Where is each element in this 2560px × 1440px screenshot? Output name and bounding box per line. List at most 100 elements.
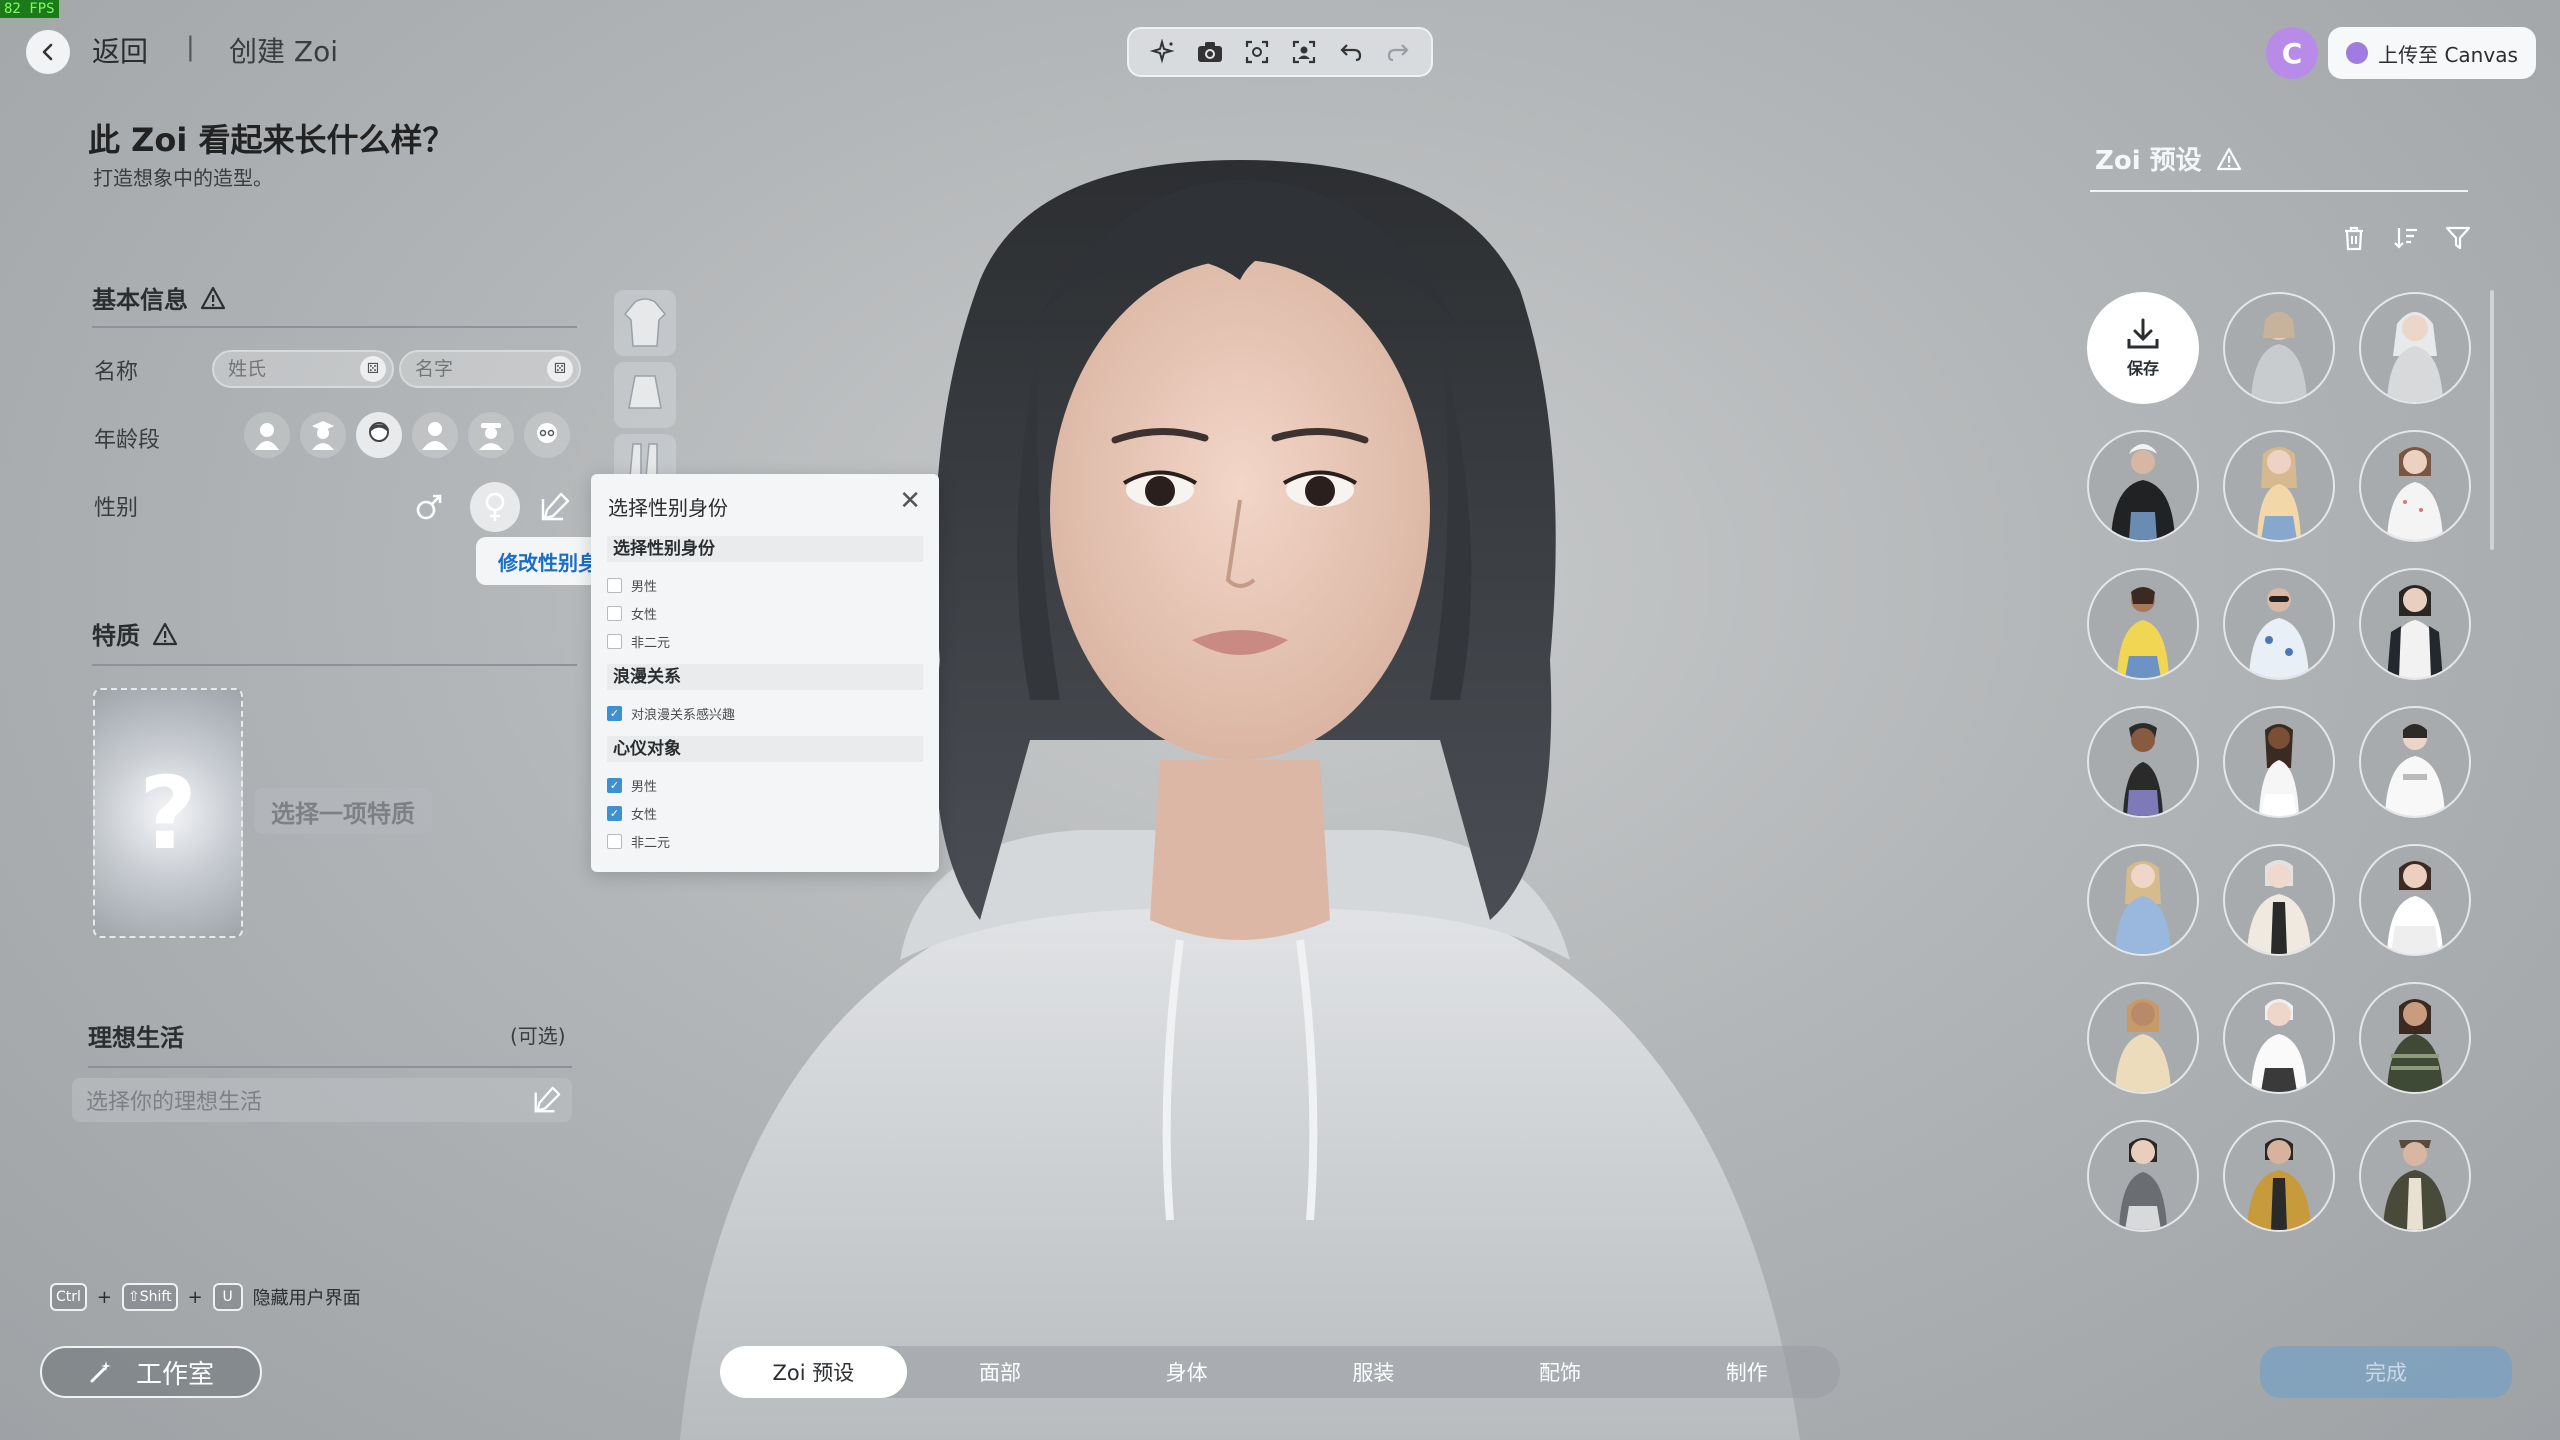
focus-frame-icon <box>1245 40 1268 64</box>
preset-avatar[interactable] <box>2223 292 2335 404</box>
u-key: U <box>212 1283 243 1311</box>
face-frame-icon <box>1292 40 1315 64</box>
romance-option-interested[interactable]: 对浪漫关系感兴趣 <box>607 704 735 723</box>
warning-icon[interactable] <box>2216 147 2242 171</box>
checkbox[interactable] <box>607 806 622 821</box>
edit-icon <box>534 1086 561 1113</box>
tab-body[interactable]: 身体 <box>1093 1346 1280 1398</box>
adult-icon <box>422 422 448 450</box>
gender-male-button[interactable] <box>404 482 454 532</box>
tab-craft[interactable]: 制作 <box>1653 1346 1840 1398</box>
gender-female-button[interactable] <box>470 482 520 532</box>
undo-button[interactable] <box>1333 34 1369 70</box>
traits-title: 特质 <box>92 622 140 650</box>
preset-avatar[interactable] <box>2087 706 2199 818</box>
middle-aged-icon <box>479 423 503 450</box>
age-selector <box>244 412 570 458</box>
delete-preset-button[interactable] <box>2338 222 2370 254</box>
back-button[interactable] <box>26 30 70 74</box>
age-child-button[interactable] <box>300 412 346 458</box>
surname-field-wrap: ⚄ <box>212 350 394 388</box>
attraction-option-female[interactable]: 女性 <box>607 804 657 823</box>
choose-trait-button[interactable]: 选择一项特质 <box>254 788 432 834</box>
ideal-life-selector[interactable]: 选择你的理想生活 <box>72 1078 572 1122</box>
sort-presets-button[interactable] <box>2390 222 2422 254</box>
presets-scrollbar[interactable] <box>2490 290 2494 550</box>
focus-frame-button[interactable] <box>1239 34 1275 70</box>
checkbox[interactable] <box>607 834 622 849</box>
child-icon <box>312 421 334 450</box>
attraction-option-male[interactable]: 男性 <box>607 776 657 795</box>
identity-option-nonbinary[interactable]: 非二元 <box>607 632 670 651</box>
romance-group-header: 浪漫关系 <box>607 664 923 690</box>
preset-avatar[interactable] <box>2359 706 2471 818</box>
preset-avatar[interactable] <box>2087 982 2199 1094</box>
randomize-surname-button[interactable]: ⚄ <box>360 356 386 382</box>
age-young-adult-button[interactable] <box>356 412 402 458</box>
redo-button[interactable] <box>1380 34 1416 70</box>
tab-zoi-presets[interactable]: Zoi 预设 <box>720 1346 907 1398</box>
warning-icon[interactable] <box>200 286 226 310</box>
preset-avatar[interactable] <box>2359 982 2471 1094</box>
preset-avatar[interactable] <box>2223 844 2335 956</box>
preset-avatar[interactable] <box>2359 430 2471 542</box>
canvas-account-avatar[interactable]: C <box>2266 27 2318 79</box>
save-preset-button[interactable]: 保存 <box>2087 292 2199 404</box>
preset-avatar[interactable] <box>2087 568 2199 680</box>
elder-icon <box>537 423 557 443</box>
sparkle-button[interactable] <box>1145 34 1181 70</box>
dice-icon: ⚄ <box>366 361 380 377</box>
preset-avatar[interactable] <box>2223 568 2335 680</box>
preset-avatar[interactable] <box>2087 844 2199 956</box>
checkbox[interactable] <box>607 778 622 793</box>
attraction-option-nonbinary[interactable]: 非二元 <box>607 832 670 851</box>
identity-option-female[interactable]: 女性 <box>607 604 657 623</box>
checkbox[interactable] <box>607 578 622 593</box>
question-mark-icon: ? <box>138 754 197 872</box>
checkbox[interactable] <box>607 634 622 649</box>
identity-option-male[interactable]: 男性 <box>607 576 657 595</box>
warning-icon[interactable] <box>152 622 178 646</box>
tab-face[interactable]: 面部 <box>907 1346 1094 1398</box>
back-label[interactable]: 返回 <box>92 30 148 70</box>
age-middle-aged-button[interactable] <box>468 412 514 458</box>
upload-to-canvas-button[interactable]: 上传至 Canvas <box>2328 27 2536 79</box>
tab-accessories[interactable]: 配饰 <box>1467 1346 1654 1398</box>
face-frame-button[interactable] <box>1286 34 1322 70</box>
checkbox[interactable] <box>607 706 622 721</box>
close-icon: ✕ <box>899 486 921 516</box>
preset-avatar[interactable] <box>2359 568 2471 680</box>
female-symbol-icon <box>485 492 505 521</box>
filter-presets-button[interactable] <box>2442 222 2474 254</box>
preset-avatar[interactable] <box>2087 430 2199 542</box>
age-infant-button[interactable] <box>244 412 290 458</box>
done-button[interactable]: 完成 <box>2260 1346 2512 1398</box>
fps-counter: 82 FPS <box>0 0 59 18</box>
checkbox[interactable] <box>607 606 622 621</box>
preset-avatar[interactable] <box>2223 706 2335 818</box>
camera-toolbar <box>1127 27 1433 77</box>
tab-clothing[interactable]: 服装 <box>1280 1346 1467 1398</box>
plus-sign: + <box>187 1286 203 1308</box>
option-label: 非二元 <box>631 836 671 851</box>
popup-close-button[interactable]: ✕ <box>899 486 921 516</box>
traits-header: 特质 <box>92 616 178 651</box>
preset-avatar[interactable] <box>2359 292 2471 404</box>
preset-avatar[interactable] <box>2223 982 2335 1094</box>
preset-avatar[interactable] <box>2359 1120 2471 1232</box>
chevron-left-icon <box>42 43 53 61</box>
age-label: 年龄段 <box>94 428 161 453</box>
title-separator: | <box>186 32 195 62</box>
preset-avatar[interactable] <box>2087 1120 2199 1232</box>
trait-slot[interactable]: ? <box>93 688 243 938</box>
upload-label: 上传至 Canvas <box>2378 42 2518 67</box>
camera-button[interactable] <box>1192 34 1228 70</box>
name-label: 名称 <box>94 360 139 385</box>
camera-icon <box>1197 42 1222 62</box>
studio-button[interactable]: 工作室 <box>40 1346 262 1398</box>
preset-avatar[interactable] <box>2223 430 2335 542</box>
preset-avatar[interactable] <box>2359 844 2471 956</box>
gender-identity-popup: 选择性别身份 ✕ 选择性别身份 男性 女性 非二元 浪漫关系 对浪漫关系感兴趣 … <box>591 474 939 872</box>
age-adult-button[interactable] <box>412 412 458 458</box>
preset-avatar[interactable] <box>2223 1120 2335 1232</box>
